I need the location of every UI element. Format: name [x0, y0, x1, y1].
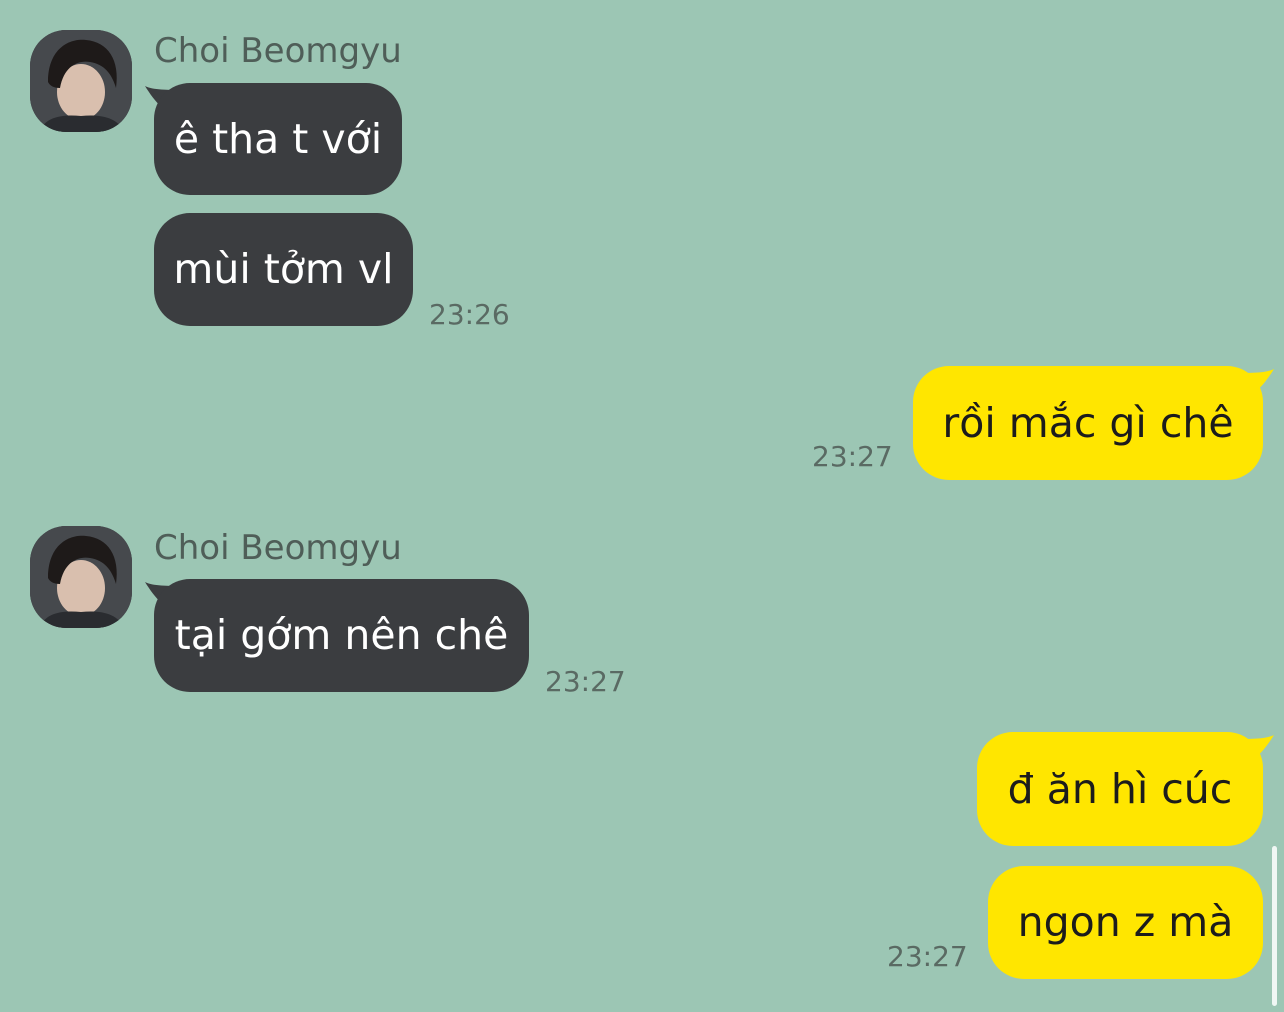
message-bubble-incoming[interactable]: ê tha t với [154, 83, 402, 195]
contact-avatar[interactable] [30, 526, 132, 628]
message-text: ngon z mà [1017, 898, 1234, 946]
message-bubble-outgoing[interactable]: rồi mắc gì chê [913, 366, 1263, 480]
message-text: mùi tởm vl [173, 245, 394, 293]
bubble-tail [1234, 735, 1274, 769]
message-bubble-incoming[interactable]: tại gớm nên chê [154, 579, 529, 692]
sender-name: Choi Beomgyu [154, 31, 402, 71]
message-text: tại gớm nên chê [174, 611, 509, 659]
message-timestamp: 23:27 [887, 940, 968, 973]
contact-avatar[interactable] [30, 30, 132, 132]
message-timestamp: 23:26 [429, 298, 510, 331]
message-text: rồi mắc gì chê [942, 398, 1234, 447]
bubble-tail [1234, 369, 1274, 403]
message-timestamp: 23:27 [812, 440, 893, 473]
sender-name: Choi Beomgyu [154, 528, 402, 568]
message-bubble-outgoing[interactable]: đ ăn hì cúc [977, 732, 1263, 846]
scrollbar[interactable] [1272, 846, 1277, 1006]
message-timestamp: 23:27 [545, 665, 626, 698]
message-bubble-outgoing[interactable]: ngon z mà [988, 866, 1263, 979]
message-bubble-incoming[interactable]: mùi tởm vl [154, 213, 413, 326]
message-text: đ ăn hì cúc [1007, 764, 1233, 813]
message-text: ê tha t với [173, 114, 383, 163]
